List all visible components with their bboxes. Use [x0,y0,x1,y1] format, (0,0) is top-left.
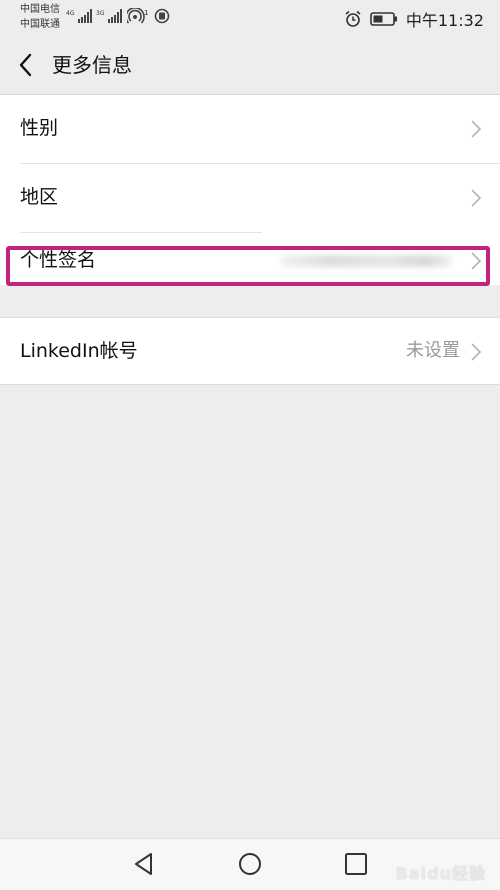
gender-row[interactable]: 性别 [0,95,500,163]
carrier-2-label: 中国联通 [20,19,60,30]
hotspot-icon: 1 [127,8,148,24]
region-label: 地区 [20,186,59,208]
signature-label: 个性签名 [20,249,97,271]
page-title: 更多信息 [52,53,132,77]
signal-2-icon: 3G [96,9,122,23]
net-2-label: 3G [96,10,105,17]
battery-icon [370,12,397,26]
chevron-right-icon [471,189,482,207]
linkedin-label: LinkedIn帐号 [20,340,138,362]
signature-row[interactable]: 个性签名 [0,233,500,285]
header-bar: 更多信息 [0,36,500,95]
chevron-right-icon [471,120,482,138]
status-bar: 中国电信 中国联通 4G 3G 1 中午11:32 [0,0,500,36]
chevron-right-icon [471,343,482,361]
linkedin-group: LinkedIn帐号 未设置 [0,317,500,385]
signal-1-icon: 4G [66,9,92,23]
hotspot-count-label: 1 [144,9,148,17]
signature-value-blurred [280,255,452,267]
chevron-right-icon [471,252,482,270]
clock-label: 中午11:32 [405,11,484,30]
system-nav-bar: Baidu经验 [0,838,500,890]
app-notification-icon [154,8,170,24]
status-right: 中午11:32 [344,7,484,31]
info-list: 性别 地区 个性签名 [0,95,500,285]
nav-back-icon[interactable] [131,851,157,877]
nav-home-icon[interactable] [237,851,263,877]
linkedin-row[interactable]: LinkedIn帐号 未设置 [0,318,500,384]
linkedin-value: 未设置 [406,340,460,361]
back-arrow-icon[interactable] [14,51,40,79]
baidu-watermark: Baidu经验 [395,864,486,883]
gender-label: 性别 [20,117,59,139]
region-row[interactable]: 地区 [0,164,500,232]
alarm-icon [345,10,361,27]
net-1-label: 4G [66,10,75,17]
carrier-1-label: 中国电信 [20,4,60,15]
carrier-info: 中国电信 中国联通 [20,2,60,32]
nav-recents-icon[interactable] [343,851,369,877]
